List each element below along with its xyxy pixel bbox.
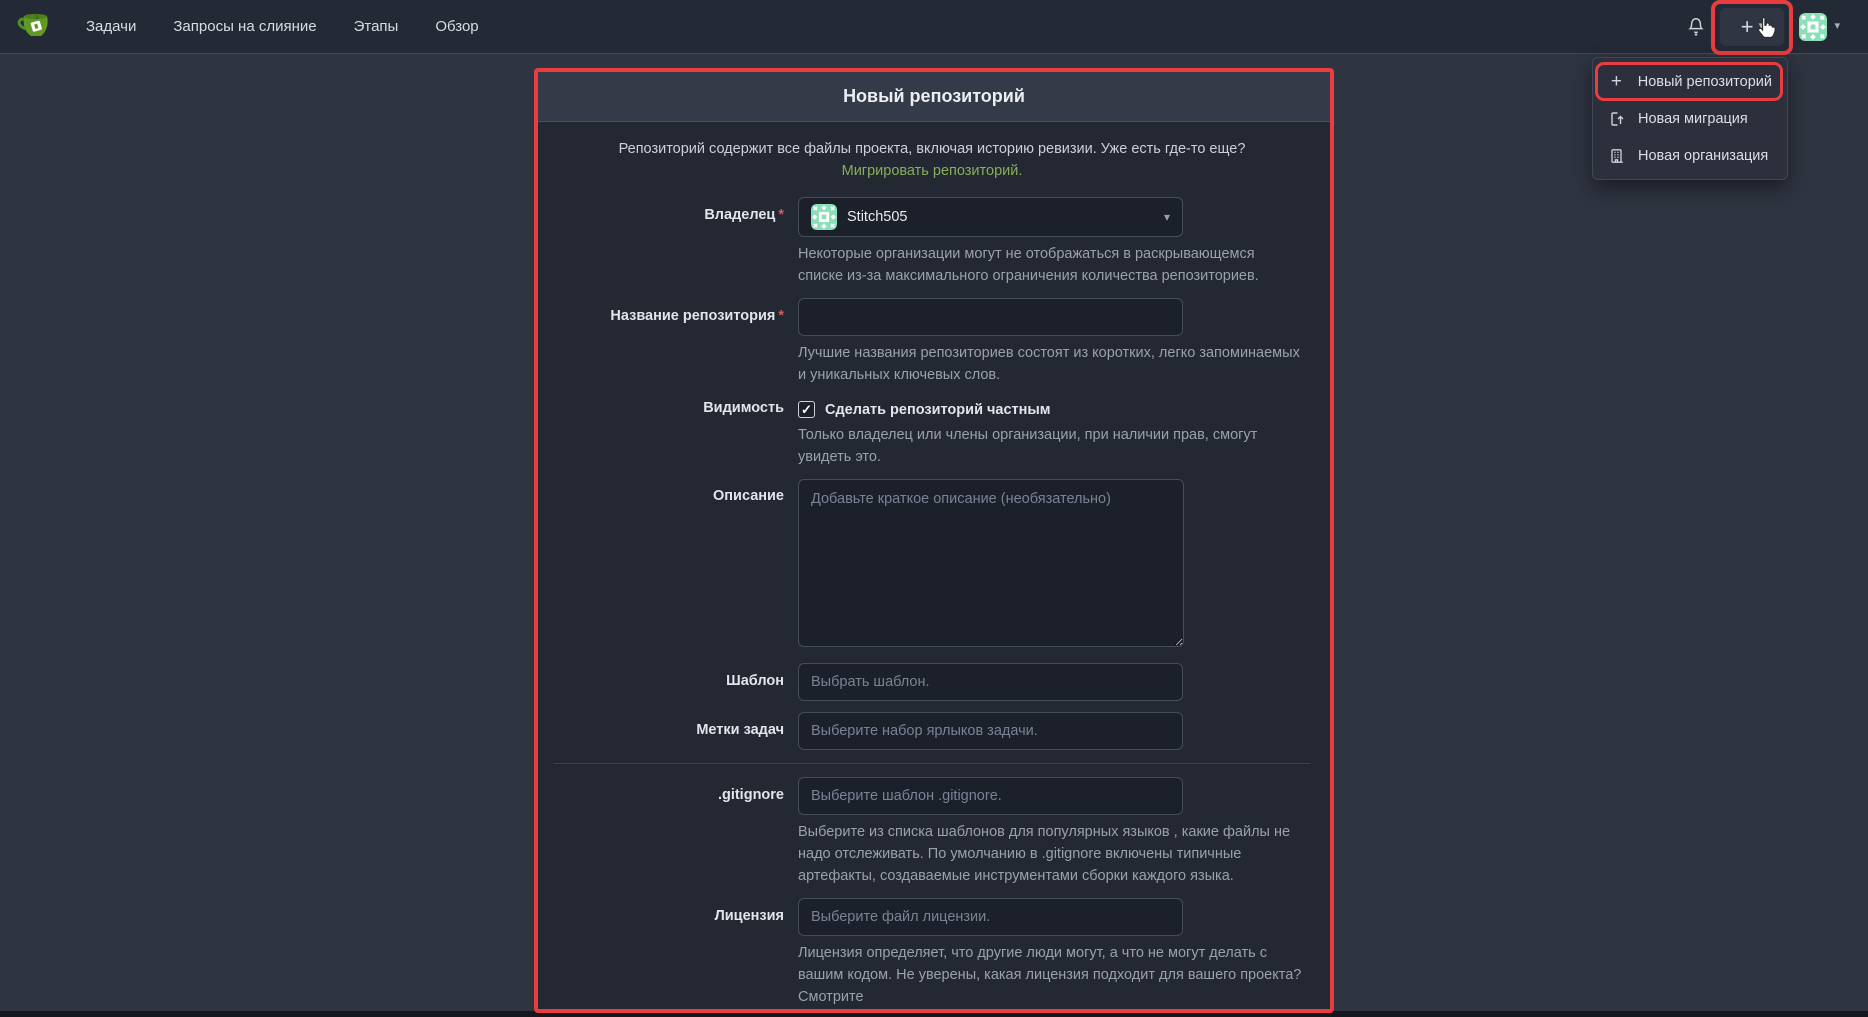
- visibility-label: Видимость: [554, 397, 798, 468]
- menu-item-new-migration[interactable]: Новая миграция: [1593, 100, 1787, 137]
- license-input[interactable]: [798, 898, 1183, 936]
- checkmark-icon: ✓: [801, 402, 812, 418]
- notifications-bell-icon[interactable]: [1687, 17, 1705, 36]
- issue-labels-row: Метки задач: [554, 712, 1310, 750]
- menu-item-new-organization[interactable]: Новая организация: [1593, 137, 1787, 174]
- nav-item-milestones[interactable]: Этапы: [354, 18, 399, 35]
- repo-name-label-text: Название репозитория: [610, 308, 775, 324]
- license-help-body: Лицензия определяет, что другие люди мог…: [798, 945, 1301, 1005]
- owner-row: Владелец*: [554, 197, 1310, 287]
- form-body: Репозиторий содержит все файлы проекта, …: [538, 122, 1330, 1009]
- owner-select[interactable]: Stitch505 ▾: [798, 197, 1183, 237]
- nav-item-issues[interactable]: Задачи: [86, 18, 136, 35]
- gitignore-help-text: Выберите из списка шаблонов для популярн…: [798, 821, 1303, 887]
- menu-item-new-repository[interactable]: + Новый репозиторий: [1593, 63, 1787, 100]
- template-input[interactable]: [798, 663, 1183, 701]
- top-navbar: Задачи Запросы на слияние Этапы Обзор + …: [0, 0, 1868, 54]
- gitignore-row: .gitignore Выберите из списка шаблонов д…: [554, 777, 1310, 887]
- organization-icon: [1608, 148, 1625, 164]
- migration-icon: [1608, 111, 1625, 127]
- description-textarea[interactable]: [798, 479, 1184, 647]
- chevron-down-icon: ▾: [1834, 21, 1840, 32]
- create-new-wrap: + ▾: [1720, 8, 1784, 46]
- nav-item-explore[interactable]: Обзор: [435, 18, 478, 35]
- owner-avatar: [811, 204, 837, 230]
- create-new-dropdown-menu: + Новый репозиторий Новая миграция: [1592, 57, 1788, 180]
- menu-item-label: Новая миграция: [1638, 111, 1748, 127]
- navbar-right: + ▾: [1687, 8, 1852, 46]
- create-new-button[interactable]: + ▾: [1720, 8, 1784, 46]
- owner-selected-value: Stitch505: [847, 209, 907, 225]
- gitignore-input[interactable]: [798, 777, 1183, 815]
- form-divider: [554, 763, 1310, 764]
- template-label: Шаблон: [554, 663, 798, 701]
- menu-item-label: Новый репозиторий: [1638, 74, 1772, 90]
- visibility-row: Видимость ✓ Сделать репозиторий частным …: [554, 397, 1310, 468]
- repo-name-help-text: Лучшие названия репозиториев состоят из …: [798, 342, 1303, 386]
- user-avatar: [1799, 13, 1827, 41]
- menu-item-label: Новая организация: [1638, 148, 1768, 164]
- new-repository-form-panel: Новый репозиторий Репозиторий содержит в…: [534, 68, 1334, 1013]
- repo-name-row: Название репозитория* Лучшие названия ре…: [554, 298, 1310, 386]
- license-help-text: Лицензия определяет, что другие люди мог…: [798, 942, 1303, 1009]
- template-row: Шаблон: [554, 663, 1310, 701]
- required-asterisk: *: [778, 308, 784, 324]
- repo-name-label: Название репозитория*: [554, 298, 798, 386]
- nav-item-pull-requests[interactable]: Запросы на слияние: [173, 18, 316, 35]
- description-label: Описание: [554, 479, 798, 652]
- plus-icon: +: [1608, 72, 1625, 91]
- form-title: Новый репозиторий: [538, 72, 1330, 122]
- gitignore-label: .gitignore: [554, 777, 798, 887]
- intro-text: Репозиторий содержит все файлы проекта, …: [619, 141, 1246, 157]
- owner-label-text: Владелец: [704, 207, 775, 223]
- license-row: Лицензия Лицензия определяет, что другие…: [554, 898, 1310, 1009]
- user-menu-button[interactable]: ▾: [1799, 13, 1840, 41]
- gitea-logo-icon[interactable]: [16, 10, 56, 44]
- chevron-down-icon: ▾: [1759, 21, 1765, 32]
- screen: Задачи Запросы на слияние Этапы Обзор + …: [0, 0, 1868, 1017]
- repo-name-input[interactable]: [798, 298, 1183, 336]
- description-row: Описание: [554, 479, 1310, 652]
- license-label: Лицензия: [554, 898, 798, 1009]
- issue-labels-input[interactable]: [798, 712, 1183, 750]
- owner-help-text: Некоторые организации могут не отображат…: [798, 243, 1303, 287]
- visibility-help-text: Только владелец или члены организации, п…: [798, 424, 1303, 468]
- plus-icon: +: [1741, 16, 1754, 38]
- nav-links: Задачи Запросы на слияние Этапы Обзор: [86, 18, 479, 35]
- owner-label: Владелец*: [554, 197, 798, 287]
- issue-labels-label: Метки задач: [554, 712, 798, 750]
- chevron-down-icon: ▾: [1164, 210, 1170, 224]
- form-intro-text: Репозиторий содержит все файлы проекта, …: [590, 138, 1274, 183]
- migrate-repository-link[interactable]: Мигрировать репозиторий.: [842, 163, 1023, 179]
- private-checkbox-label[interactable]: Сделать репозиторий частным: [825, 402, 1051, 418]
- required-asterisk: *: [778, 207, 784, 223]
- private-checkbox[interactable]: ✓: [798, 401, 815, 418]
